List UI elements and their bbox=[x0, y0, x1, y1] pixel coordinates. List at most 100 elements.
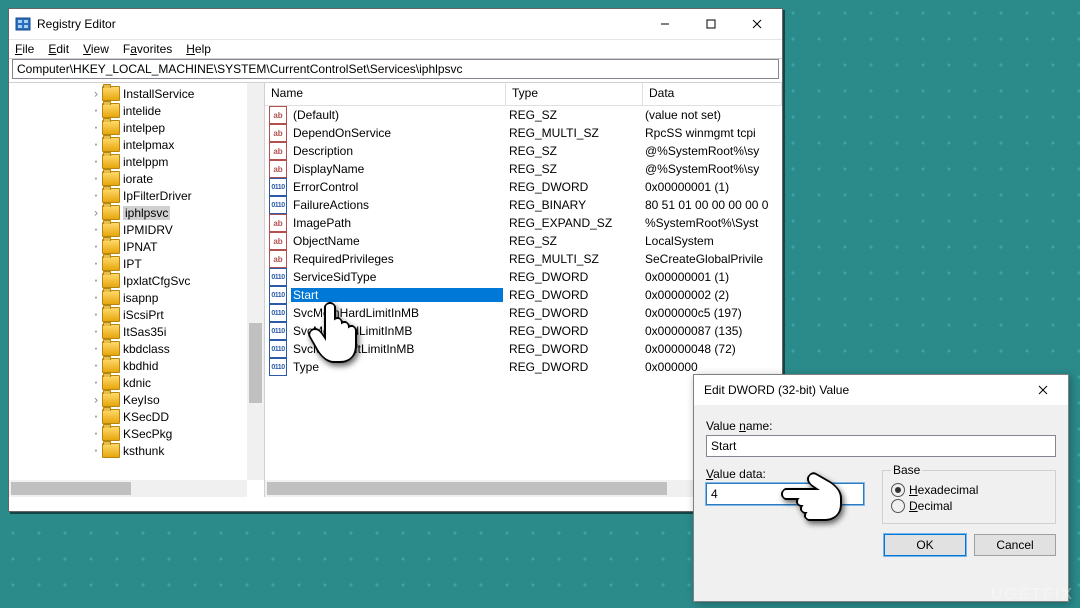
value-row[interactable]: 011 0SvcMemHardLimitInMBREG_DWORD0x00000… bbox=[265, 304, 782, 322]
expand-icon[interactable]: · bbox=[91, 138, 101, 152]
cancel-button[interactable]: Cancel bbox=[974, 534, 1056, 556]
value-data: RpcSS winmgmt tcpi bbox=[639, 126, 782, 140]
expand-icon[interactable]: · bbox=[91, 121, 101, 135]
tree-item[interactable]: ·iScsiPrt bbox=[11, 306, 247, 323]
tree-item[interactable]: ›InstallService bbox=[11, 85, 247, 102]
binary-value-icon: 011 0 bbox=[269, 196, 287, 214]
value-row[interactable]: abImagePathREG_EXPAND_SZ%SystemRoot%\Sys… bbox=[265, 214, 782, 232]
watermark: UGETFIX bbox=[991, 586, 1074, 604]
ok-button[interactable]: OK bbox=[884, 534, 966, 556]
value-row[interactable]: abRequiredPrivilegesREG_MULTI_SZSeCreate… bbox=[265, 250, 782, 268]
expand-icon[interactable]: · bbox=[91, 240, 101, 254]
expand-icon[interactable]: › bbox=[91, 206, 101, 220]
dialog-titlebar[interactable]: Edit DWORD (32-bit) Value bbox=[694, 375, 1068, 405]
tree-item[interactable]: ·IPNAT bbox=[11, 238, 247, 255]
tree-scrollbar-horizontal[interactable] bbox=[9, 480, 247, 497]
folder-icon bbox=[102, 307, 120, 322]
tree-item[interactable]: · isapnp bbox=[11, 289, 247, 306]
value-name-field[interactable] bbox=[706, 435, 1056, 457]
tree-scrollbar-vertical[interactable] bbox=[247, 83, 264, 480]
value-name: FailureActions bbox=[291, 198, 503, 212]
expand-icon[interactable]: · bbox=[91, 410, 101, 424]
expand-icon[interactable]: · bbox=[91, 444, 101, 458]
column-data[interactable]: Data bbox=[643, 83, 782, 105]
menu-favorites[interactable]: Favorites bbox=[123, 42, 172, 56]
tree-item[interactable]: · KSecDD bbox=[11, 408, 247, 425]
tree-item[interactable]: ·iorate bbox=[11, 170, 247, 187]
menu-help[interactable]: Help bbox=[186, 42, 211, 56]
folder-icon bbox=[102, 341, 120, 356]
tree-item[interactable]: ·kdnic bbox=[11, 374, 247, 391]
expand-icon[interactable]: · bbox=[91, 376, 101, 390]
dialog-close-button[interactable] bbox=[1020, 375, 1066, 405]
maximize-button[interactable] bbox=[688, 9, 734, 39]
expand-icon[interactable]: · bbox=[91, 257, 101, 271]
radio-hexadecimal[interactable]: Hexadecimal bbox=[891, 483, 1047, 497]
value-data-field[interactable] bbox=[706, 483, 864, 505]
value-data-label: Value data: bbox=[706, 467, 864, 481]
expand-icon[interactable]: · bbox=[91, 104, 101, 118]
minimize-button[interactable] bbox=[642, 9, 688, 39]
address-bar[interactable]: Computer\HKEY_LOCAL_MACHINE\SYSTEM\Curre… bbox=[12, 59, 779, 79]
expand-icon[interactable]: · bbox=[91, 274, 101, 288]
value-row[interactable]: abDisplayNameREG_SZ@%SystemRoot%\sy bbox=[265, 160, 782, 178]
tree-item[interactable]: ›KeyIso bbox=[11, 391, 247, 408]
menu-file[interactable]: File bbox=[15, 42, 34, 56]
value-type: REG_SZ bbox=[503, 162, 639, 176]
tree-item-label: intelide bbox=[123, 104, 161, 118]
tree-item[interactable]: ·intelpep bbox=[11, 119, 247, 136]
value-row[interactable]: abDescriptionREG_SZ@%SystemRoot%\sy bbox=[265, 142, 782, 160]
binary-value-icon: 011 0 bbox=[269, 322, 287, 340]
expand-icon[interactable]: · bbox=[91, 308, 101, 322]
tree-item[interactable]: · IPMIDRV bbox=[11, 221, 247, 238]
tree-item[interactable]: ·IpFilterDriver bbox=[11, 187, 247, 204]
tree-item[interactable]: ·IPT bbox=[11, 255, 247, 272]
column-name[interactable]: Name bbox=[265, 83, 506, 105]
tree-item-label: IPMIDRV bbox=[123, 223, 173, 237]
close-button[interactable] bbox=[734, 9, 780, 39]
value-type: REG_EXPAND_SZ bbox=[503, 216, 639, 230]
expand-icon[interactable]: · bbox=[91, 223, 101, 237]
tree-item-label: isapnp bbox=[123, 291, 158, 305]
expand-icon[interactable]: › bbox=[91, 393, 101, 407]
expand-icon[interactable]: · bbox=[91, 427, 101, 441]
value-row[interactable]: 011 0FailureActionsREG_BINARY80 51 01 00… bbox=[265, 196, 782, 214]
folder-icon bbox=[102, 205, 120, 220]
value-row[interactable]: 011 0ErrorControlREG_DWORD0x00000001 (1) bbox=[265, 178, 782, 196]
tree-item[interactable]: ·intelppm bbox=[11, 153, 247, 170]
expand-icon[interactable]: · bbox=[91, 359, 101, 373]
expand-icon[interactable]: · bbox=[91, 155, 101, 169]
tree-item[interactable]: · intelide bbox=[11, 102, 247, 119]
menu-view[interactable]: View bbox=[83, 42, 109, 56]
tree-item[interactable]: ·kbdclass bbox=[11, 340, 247, 357]
value-row[interactable]: 011 0ServiceSidTypeREG_DWORD0x00000001 (… bbox=[265, 268, 782, 286]
expand-icon[interactable]: · bbox=[91, 189, 101, 203]
column-type[interactable]: Type bbox=[506, 83, 643, 105]
menu-edit[interactable]: Edit bbox=[48, 42, 69, 56]
tree-item[interactable]: ·ksthunk bbox=[11, 442, 247, 459]
value-row[interactable]: ab(Default)REG_SZ(value not set) bbox=[265, 106, 782, 124]
value-row[interactable]: 011 0SvcMemSoftLimitInMBREG_DWORD0x00000… bbox=[265, 340, 782, 358]
expand-icon[interactable]: · bbox=[91, 325, 101, 339]
value-row[interactable]: 011 0StartREG_DWORD0x00000002 (2) bbox=[265, 286, 782, 304]
tree-item[interactable]: ·IpxlatCfgSvc bbox=[11, 272, 247, 289]
tree-item[interactable]: ·kbdhid bbox=[11, 357, 247, 374]
expand-icon[interactable]: · bbox=[91, 172, 101, 186]
tree-item[interactable]: ·KSecPkg bbox=[11, 425, 247, 442]
radio-decimal[interactable]: Decimal bbox=[891, 499, 1047, 513]
folder-icon bbox=[102, 290, 120, 305]
value-data: SeCreateGlobalPrivile bbox=[639, 252, 782, 266]
value-row[interactable]: abObjectNameREG_SZLocalSystem bbox=[265, 232, 782, 250]
tree-item[interactable]: ·intelpmax bbox=[11, 136, 247, 153]
value-row[interactable]: abDependOnServiceREG_MULTI_SZRpcSS winmg… bbox=[265, 124, 782, 142]
tree-item-label: KSecDD bbox=[123, 410, 169, 424]
expand-icon[interactable]: · bbox=[91, 342, 101, 356]
folder-icon bbox=[102, 426, 120, 441]
value-row[interactable]: 011 0SvcMemMidLimitInMBREG_DWORD0x000000… bbox=[265, 322, 782, 340]
titlebar[interactable]: Registry Editor bbox=[9, 9, 782, 40]
tree-item[interactable]: ›iphlpsvc bbox=[11, 204, 247, 221]
value-data: @%SystemRoot%\sy bbox=[639, 144, 782, 158]
expand-icon[interactable]: › bbox=[91, 87, 101, 101]
expand-icon[interactable]: · bbox=[91, 291, 101, 305]
tree-item[interactable]: ·ItSas35i bbox=[11, 323, 247, 340]
